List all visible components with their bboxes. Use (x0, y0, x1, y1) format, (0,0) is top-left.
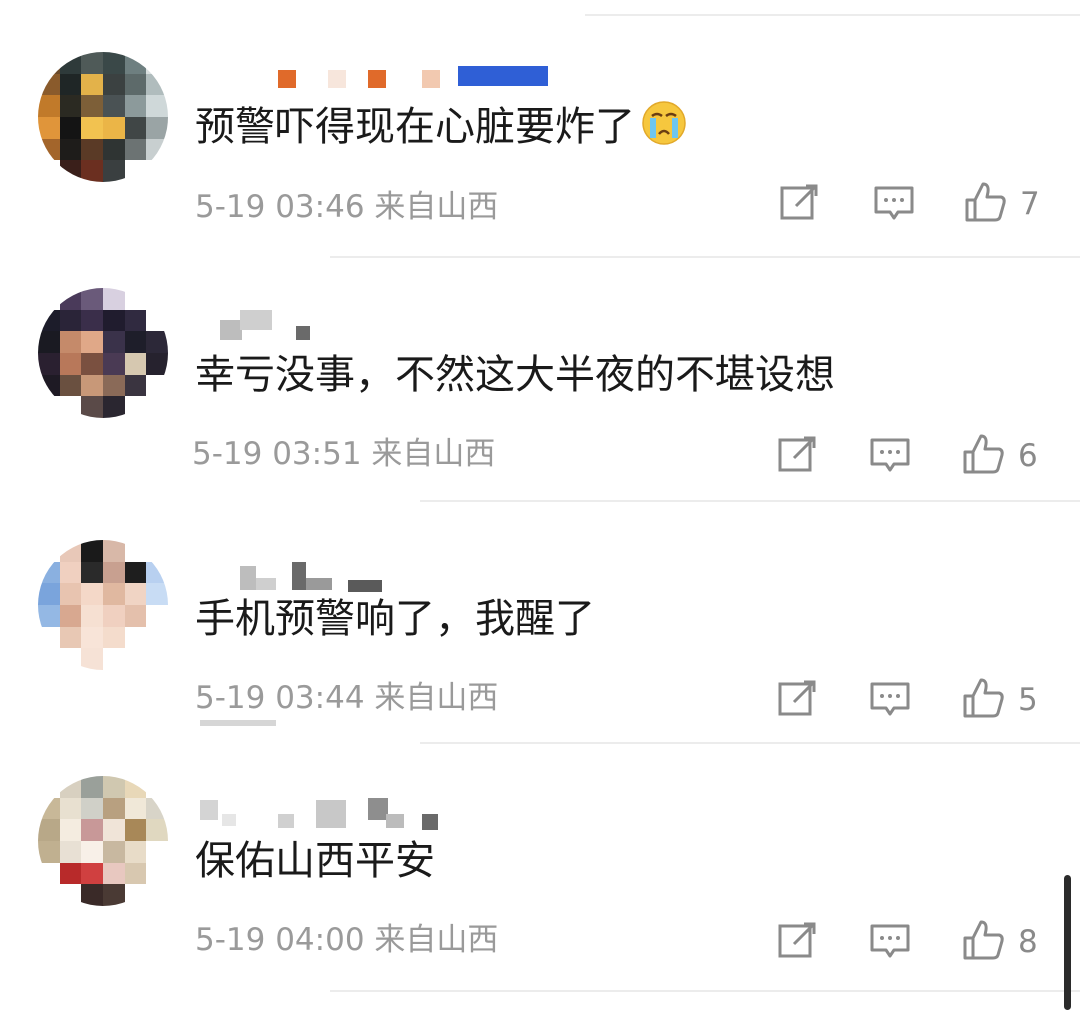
thumbs-up-icon[interactable] (963, 180, 1007, 224)
thumbs-up-icon[interactable] (961, 432, 1005, 476)
comment-text: 预警吓得现在心脏要炸了 (195, 100, 687, 154)
repost-icon[interactable] (778, 180, 822, 224)
username-masked[interactable] (200, 66, 580, 100)
like-count: 6 (1018, 438, 1038, 474)
comment-icon[interactable] (868, 676, 912, 720)
avatar[interactable] (38, 52, 168, 182)
comment-text: 保佑山西平安 (195, 838, 435, 884)
comment-item: 幸亏没事，不然这大半夜的不堪设想 5-19 03:51 来自山西 6 (0, 288, 1080, 508)
repost-icon[interactable] (776, 432, 820, 476)
comment-icon[interactable] (868, 918, 912, 962)
thumbs-up-icon[interactable] (961, 918, 1005, 962)
comment-divider (420, 742, 1080, 744)
comment-icon[interactable] (868, 432, 912, 476)
comment-icon[interactable] (872, 180, 916, 224)
username-masked[interactable] (200, 558, 580, 592)
avatar[interactable] (38, 776, 168, 906)
like-count: 5 (1018, 682, 1038, 718)
comment-divider (330, 256, 1080, 258)
scrollbar[interactable] (1064, 875, 1071, 1010)
comment-divider (420, 500, 1080, 502)
comment-item: 预警吓得现在心脏要炸了 5-19 03:46 来自山西 7 (0, 52, 1080, 272)
crying-face-icon (641, 100, 687, 146)
comment-divider (330, 990, 1080, 992)
username-masked[interactable] (200, 306, 580, 340)
username-masked[interactable] (200, 794, 580, 830)
avatar[interactable] (38, 540, 168, 670)
comment-text: 幸亏没事，不然这大半夜的不堪设想 (195, 352, 835, 398)
repost-icon[interactable] (776, 918, 820, 962)
top-divider (585, 14, 1080, 16)
avatar[interactable] (38, 288, 168, 418)
thumbs-up-icon[interactable] (961, 676, 1005, 720)
like-count: 8 (1018, 924, 1038, 960)
comment-item: 保佑山西平安 5-19 04:00 来自山西 8 (0, 776, 1080, 996)
comment-actions: 8 (0, 918, 1080, 968)
comment-actions: 5 (0, 676, 1080, 726)
comment-text: 手机预警响了，我醒了 (195, 596, 595, 642)
comment-item: 手机预警响了，我醒了 5-19 03:44 来自山西 5 (0, 540, 1080, 760)
comment-actions: 6 (0, 432, 1080, 482)
comment-actions: 7 (0, 180, 1080, 230)
repost-icon[interactable] (776, 676, 820, 720)
like-count: 7 (1020, 186, 1040, 222)
